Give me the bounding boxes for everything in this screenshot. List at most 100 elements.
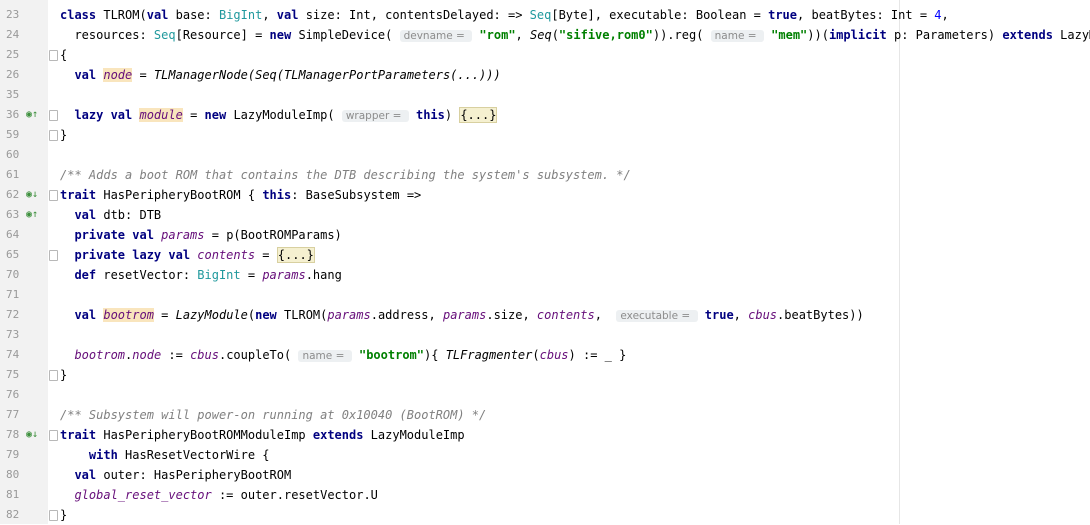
fold-marker-icon[interactable] [49, 510, 58, 521]
code-line[interactable]: 65 private lazy val contents = {...} [0, 245, 1090, 265]
code-token: def [74, 268, 104, 282]
code-line[interactable]: 60 [0, 145, 1090, 165]
code-token: = [240, 268, 263, 282]
code-line[interactable]: 62 ◉↓ trait HasPeripheryBootROM { this: Ba… [0, 185, 1090, 205]
fold-marker-icon[interactable] [49, 110, 58, 121]
code-token: contents [536, 308, 595, 322]
code-text: resources: Seq[Resource] = new SimpleDev… [60, 25, 1090, 46]
line-number: 72 [6, 308, 20, 321]
code-line[interactable]: 36 ◉↑ lazy val module = new LazyModuleImp… [0, 105, 1090, 125]
code-token: [Byte], executable: Boolean = [551, 8, 769, 22]
code-token: params [327, 308, 371, 322]
code-token: ( [551, 28, 559, 42]
code-token: val [276, 8, 306, 22]
code-token: lazy val [74, 108, 140, 122]
code-token: bootrom [103, 308, 154, 322]
line-number: 24 [6, 28, 20, 41]
code-line[interactable]: 61 /** Adds a boot ROM that contains the … [0, 165, 1090, 185]
code-token: outer: HasPeripheryBootROM [103, 468, 292, 482]
code-line[interactable]: 35 [0, 85, 1090, 105]
code-line[interactable]: 77 /** Subsystem will power-on running at… [0, 405, 1090, 425]
code-line[interactable]: 82} [0, 505, 1090, 525]
code-line[interactable]: 64 private val params = p(BootROMParams) [0, 225, 1090, 245]
code-line[interactable]: 23 class TLROM(val base: BigInt, val size… [0, 5, 1090, 25]
parameter-hint: devname = [399, 30, 473, 42]
code-line[interactable]: 78 ◉↓ trait HasPeripheryBootROMModuleImp e… [0, 425, 1090, 445]
code-line[interactable]: 80 val outer: HasPeripheryBootROM [0, 465, 1090, 485]
code-token: params [442, 308, 487, 322]
code-line[interactable]: 26 val node = TLManagerNode(Seq(TLManage… [0, 65, 1090, 85]
code-text: /** Adds a boot ROM that contains the DT… [60, 165, 631, 185]
fold-marker-icon[interactable] [49, 370, 58, 381]
code-token: global_reset_vector [74, 488, 212, 502]
code-text: def resetVector: BigInt = params.hang [60, 265, 341, 285]
code-token: LazyModuleImp [370, 428, 465, 442]
implemented-down-icon[interactable]: ◉↓ [26, 425, 38, 445]
code-line[interactable]: 79 with HasResetVectorWire { [0, 445, 1090, 465]
line-number: 35 [6, 88, 20, 101]
code-token: module [139, 108, 183, 122]
override-up-icon[interactable]: ◉↑ [26, 205, 38, 225]
code-text: val outer: HasPeripheryBootROM [60, 465, 291, 485]
code-text: trait HasPeripheryBootROMModuleImp exten… [60, 425, 465, 445]
code-line[interactable]: 81 global_reset_vector := outer.resetVec… [0, 485, 1090, 505]
code-token: } [60, 128, 68, 142]
code-line[interactable]: 74 bootrom.node := cbus.coupleTo( name =… [0, 345, 1090, 365]
fold-marker-icon[interactable] [49, 130, 58, 141]
line-number: 81 [6, 488, 20, 501]
code-text: lazy val module = new LazyModuleImp( wra… [60, 105, 498, 126]
code-line[interactable]: 76 [0, 385, 1090, 405]
fold-marker-icon[interactable] [49, 430, 58, 441]
code-token: "bootrom" [358, 348, 424, 362]
folded-block[interactable]: {...} [276, 247, 315, 263]
parameter-hint: name = [710, 30, 764, 42]
fold-marker-icon[interactable] [49, 250, 58, 261]
code-line[interactable]: 71 [0, 285, 1090, 305]
implemented-down-icon[interactable]: ◉↓ [26, 185, 38, 205]
code-token: : BaseSubsystem => [291, 188, 422, 202]
fold-marker-icon[interactable] [49, 190, 58, 201]
code-token: = [132, 68, 154, 82]
code-line[interactable]: 73 [0, 325, 1090, 345]
line-number: 64 [6, 228, 20, 241]
code-token: size: Int, contentsDelayed: => [305, 8, 530, 22]
code-token: private lazy val [74, 248, 198, 262]
code-token: dtb: DTB [103, 208, 162, 222]
code-text: trait HasPeripheryBootROM { this: BaseSu… [60, 185, 421, 205]
fold-marker-icon[interactable] [49, 50, 58, 61]
code-token: private val [74, 228, 162, 242]
code-line[interactable]: 75} [0, 365, 1090, 385]
code-token: , [262, 8, 277, 22]
code-text: with HasResetVectorWire { [60, 445, 270, 465]
folded-block[interactable]: {...} [459, 107, 498, 123]
line-number: 59 [6, 128, 20, 141]
code-text: } [60, 365, 67, 385]
code-token: this [415, 108, 445, 122]
code-token: "rom" [479, 28, 516, 42]
code-token: params [262, 268, 306, 282]
code-token: true [704, 308, 734, 322]
code-line[interactable]: 24 resources: Seq[Resource] = new Simple… [0, 25, 1090, 45]
code-token: Seq [530, 28, 552, 42]
code-token: cbus [539, 348, 569, 362]
line-number: 26 [6, 68, 20, 81]
code-line[interactable]: 25 { [0, 45, 1090, 65]
code-token: resources: [60, 28, 154, 42]
code-token: BigInt [197, 268, 241, 282]
code-text: private val params = p(BootROMParams) [60, 225, 341, 245]
code-token: [Resource] = [175, 28, 270, 42]
code-token: val [74, 468, 104, 482]
override-up-icon[interactable]: ◉↑ [26, 105, 38, 125]
code-token: LazyModule [175, 308, 248, 322]
code-token: = [182, 108, 205, 122]
code-line[interactable]: 63 ◉↑ val dtb: DTB [0, 205, 1090, 225]
code-line[interactable]: 72 val bootrom = LazyModule(new TLROM(pa… [0, 305, 1090, 325]
code-token: ) [444, 108, 460, 122]
code-line[interactable]: 59} [0, 125, 1090, 145]
code-line[interactable]: 70 def resetVector: BigInt = params.hang [0, 265, 1090, 285]
code-token: SimpleDevice( [298, 28, 400, 42]
line-number: 71 [6, 288, 20, 301]
